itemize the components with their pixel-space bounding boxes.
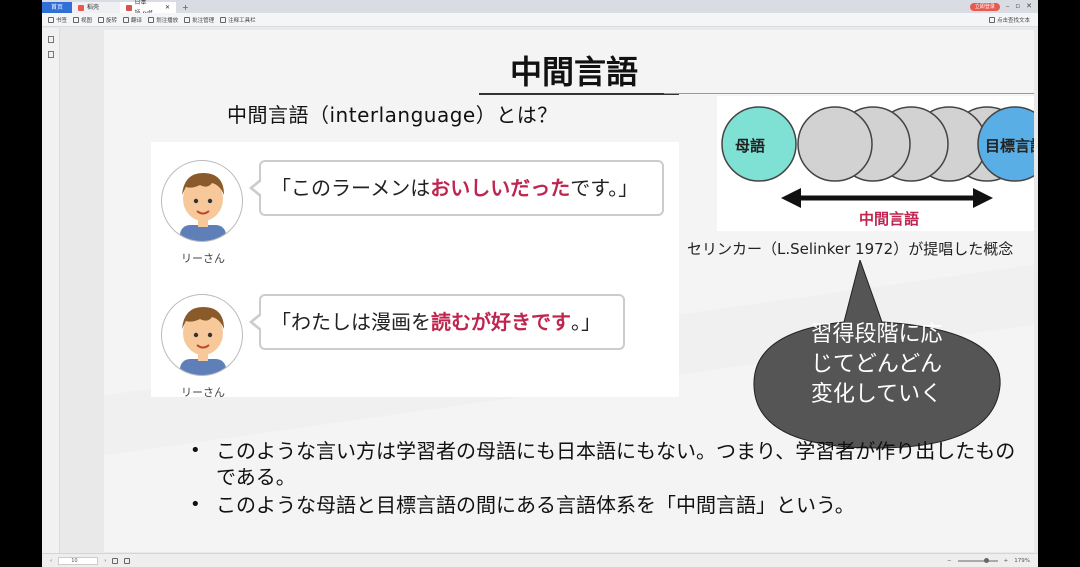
toolbar-bookmark-label: 书签 [56,17,68,24]
callout-line: じてどんどん [810,352,943,377]
bubble-text: 。」 [571,310,601,334]
tab-document[interactable]: 日本語.pdf ✕ [120,0,176,17]
avatar [161,160,243,242]
next-page-button[interactable]: › [104,558,106,564]
fit-page-icon[interactable] [112,557,119,564]
bubble-text: 「わたしは漫画を [271,310,431,334]
status-bar: ‹ 10 › − + 179% [42,553,1038,567]
find-text-button[interactable]: 点击查找文本 [988,16,1038,24]
speech-bubble: 「このラーメンはおいしいだったです。」 [249,160,664,216]
callout-line: 変化していく [810,382,943,407]
pdf-icon [126,4,132,11]
close-window-button[interactable]: ✕ [1026,0,1032,13]
interlanguage-arrow-label: 中間言語 [859,210,919,228]
zoom-out-button[interactable]: − [947,558,952,564]
bullet-item: このような母語と目標言語の間にある言語体系を「中間言語」という。 [186,492,1026,518]
toolbar-bookmark[interactable]: 书签 [48,16,67,24]
tab-home[interactable]: 首页 [42,2,72,13]
bullet-list: このような言い方は学習者の母語にも日本語にもない。つまり、学習者が作り出したもの… [186,438,1026,520]
toolbar-annotation-tools[interactable]: 注释工具栏 [220,16,256,24]
search-icon [988,16,995,23]
zoom-in-button[interactable]: + [1004,558,1009,564]
boy-face-icon [180,307,226,375]
tab-docer-label: 稻壳 [87,4,100,11]
toolbar-play-label: 划注播放 [156,17,179,24]
window-controls: 立即登录 – ▫ ✕ [969,0,1038,13]
bubble-text: 「このラーメンは [271,176,431,200]
zoom-level: 179% [1014,557,1030,564]
toolbar-rotate-label: 旋转 [106,17,118,24]
toolbar-annotation-tools-label: 注释工具栏 [228,17,256,24]
callout-line: 習得段階に応 [810,322,943,347]
toolbar-translate[interactable]: 翻译 [123,16,142,24]
view-icon [73,16,80,23]
speaker-name: リーさん [181,386,225,399]
left-black-border [0,0,42,567]
title-rule [664,93,1034,94]
slide-subtitle: 中間言語（interlanguage）とは？ [227,103,558,127]
single-page-icon[interactable] [124,557,131,564]
speech-bubble: 「わたしは漫画を読むが好きです。」 [249,294,625,350]
right-black-border [1038,0,1080,567]
tab-home-label: 首页 [50,4,63,11]
intermediate-circle [797,106,873,182]
close-tab-icon[interactable]: ✕ [165,2,170,13]
play-icon [148,16,155,23]
title-underline [479,93,679,95]
page-number-input[interactable]: 10 [58,556,99,565]
side-panel [42,28,60,553]
toolbar: 书签 视图 旋转 翻译 划注播放 批注管理 注释工具栏 点击查找文本 [42,13,1038,27]
mother-tongue-label: 母語 [735,137,765,155]
bookmark-panel-icon[interactable] [47,36,54,43]
boy-face-icon [180,173,226,241]
speaker-name: リーさん [181,252,225,265]
error-highlight: おいしいだった [430,176,571,200]
arrow-right-head [973,188,993,208]
rotate-icon [98,16,105,23]
bullet-item: このような言い方は学習者の母語にも日本語にもない。つまり、学習者が作り出したもの… [186,438,1026,490]
translate-icon [123,16,130,23]
arrow-left-head [781,188,801,208]
zoom-slider[interactable] [957,557,998,563]
diagram-graphic: 母語 目標言語 中間言語 [721,106,1034,228]
annotation-icon [184,16,191,23]
zoom-controls: − + 179% [947,557,1038,564]
toolbar-translate-label: 翻译 [131,17,143,24]
tab-docer[interactable]: 稻壳 [72,2,120,13]
toolbar-view-label: 视图 [81,17,93,24]
find-text-label: 点击查找文本 [996,17,1030,24]
toolbar-annotation-manage[interactable]: 批注管理 [184,16,214,24]
minimize-button[interactable]: – [1006,0,1010,13]
slide-page: 中間言語 中間言語（interlanguage）とは？ リーさん 「このラーメン… [104,30,1034,552]
toolbar-view[interactable]: 视图 [73,16,92,24]
avatar [161,294,243,376]
selinker-caption: セリンカー（L.Selinker 1972）が提唱した概念 [687,240,1014,258]
toolbar-rotate[interactable]: 旋转 [98,16,117,24]
toolbar-annotation-manage-label: 批注管理 [192,17,215,24]
bookmark-icon [48,16,54,23]
pdf-viewer-window: 首页 稻壳 日本語.pdf ✕ + 立即登录 – ▫ ✕ 书签 视图 旋转 翻译… [42,0,1038,567]
comment-panel-icon[interactable] [47,51,54,58]
tab-bar: 首页 稻壳 日本語.pdf ✕ + 立即登录 – ▫ ✕ [42,0,1038,17]
new-tab-button[interactable]: + [176,2,195,13]
target-language-label: 目標言語 [985,137,1034,155]
docer-icon [78,4,84,11]
interlanguage-diagram: 母語 目標言語 中間言語 [717,96,1034,231]
error-highlight: 読むが好きです [431,310,571,334]
login-button[interactable]: 立即登录 [969,2,1000,11]
maximize-button[interactable]: ▫ [1015,0,1020,13]
dialog-examples: リーさん 「このラーメンはおいしいだったです。」 リーさん 「わたしは漫画を読む… [151,142,679,399]
prev-page-button[interactable]: ‹ [50,558,52,564]
annotation-tools-icon [220,16,227,23]
callout-text: 習得段階に応 じてどんどん 変化していく [774,320,979,410]
slide-title: 中間言語 [509,53,638,91]
bubble-text: です。」 [570,176,639,200]
toolbar-play[interactable]: 划注播放 [148,16,178,24]
